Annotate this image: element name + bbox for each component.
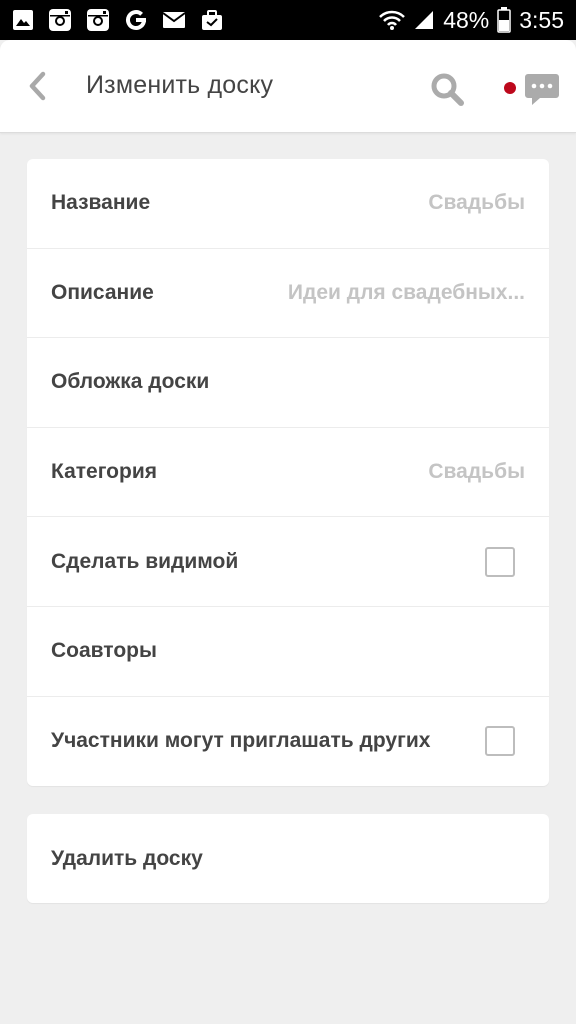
chat-bubble-icon	[522, 74, 562, 114]
briefcase-icon	[200, 8, 224, 32]
battery-percent: 48%	[443, 6, 490, 33]
board-name-value[interactable]: Свадьбы	[428, 191, 525, 215]
members-can-invite-label: Участники могут приглашать других	[51, 729, 431, 753]
board-settings-card: Название Свадьбы Описание Идеи для сваде…	[27, 159, 549, 786]
make-visible-checkbox[interactable]	[485, 546, 515, 577]
wifi-icon	[379, 9, 406, 31]
delete-board-card: Удалить доску	[27, 814, 549, 903]
members-can-invite-row[interactable]: Участники могут приглашать других	[27, 697, 549, 786]
board-cover-row[interactable]: Обложка доски	[27, 338, 549, 428]
notification-icons	[12, 8, 224, 32]
page-title: Изменить доску	[86, 71, 274, 99]
collaborators-label: Соавторы	[51, 639, 157, 663]
instagram-icon	[48, 8, 72, 32]
signal-icon	[413, 9, 435, 31]
mail-icon	[162, 10, 186, 30]
board-description-label: Описание	[51, 280, 154, 304]
delete-board-button[interactable]: Удалить доску	[27, 814, 549, 903]
clock: 3:55	[519, 6, 564, 33]
chevron-left-icon	[27, 71, 47, 106]
instagram-icon	[86, 8, 110, 32]
battery-icon	[497, 7, 511, 33]
board-category-row[interactable]: Категория Свадьбы	[27, 428, 549, 518]
search-button[interactable]	[428, 70, 468, 110]
board-category-label: Категория	[51, 460, 158, 484]
status-bar: 48% 3:55	[0, 0, 576, 40]
board-name-label: Название	[51, 191, 151, 215]
notification-dot	[504, 82, 516, 94]
system-status: 48% 3:55	[379, 7, 564, 34]
gallery-icon	[12, 9, 34, 31]
board-description-row[interactable]: Описание Идеи для свадебных...	[27, 249, 549, 339]
messages-button[interactable]	[522, 70, 562, 110]
google-icon	[124, 8, 148, 32]
search-icon	[428, 73, 468, 114]
board-cover-label: Обложка доски	[51, 370, 210, 394]
board-description-value[interactable]: Идеи для свадебных...	[288, 281, 525, 305]
make-visible-label: Сделать видимой	[51, 549, 239, 573]
back-button[interactable]	[20, 68, 54, 108]
delete-board-label: Удалить доску	[51, 846, 203, 870]
app-bar: Изменить доску	[0, 40, 576, 133]
members-can-invite-checkbox[interactable]	[485, 726, 515, 757]
board-category-value[interactable]: Свадьбы	[428, 460, 525, 484]
make-visible-row[interactable]: Сделать видимой	[27, 517, 549, 607]
collaborators-row[interactable]: Соавторы	[27, 607, 549, 697]
board-name-row[interactable]: Название Свадьбы	[27, 159, 549, 249]
